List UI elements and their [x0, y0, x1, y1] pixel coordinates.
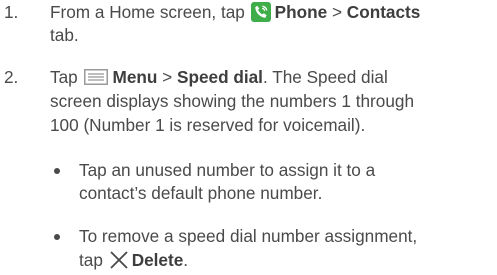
- bullet-2-line-1: To remove a speed dial number assignment…: [79, 226, 418, 246]
- step-2-line-1: Tap Menu > Speed dial. The Speed dial: [50, 66, 388, 89]
- step-2-text: . The Speed dial: [262, 67, 388, 87]
- phone-glyph: [254, 5, 268, 18]
- bullet-2: To remove a speed dial number assignment…: [0, 225, 497, 273]
- bullet-dot: [54, 168, 60, 174]
- contacts-label: Contacts: [346, 2, 421, 22]
- bullet-1-line-2: contact’s default phone number.: [79, 183, 323, 203]
- bullet-dot: [54, 234, 60, 240]
- step-2-line-2: screen displays showing the numbers 1 th…: [50, 91, 415, 111]
- bullet-1-line-1: Tap an unused number to assign it to a: [79, 160, 376, 180]
- bullet-2-tap: tap: [79, 250, 103, 270]
- step-1-line-2: tab.: [50, 25, 79, 45]
- menu-icon: [83, 69, 108, 85]
- menu-label: Menu: [112, 67, 158, 87]
- separator: >: [162, 67, 173, 87]
- delete-label: Delete: [131, 250, 184, 270]
- phone-icon: [250, 2, 271, 22]
- separator: >: [331, 2, 343, 22]
- bullet-2-line-2: tap Delete.: [79, 249, 188, 272]
- speed-dial-label: Speed dial: [176, 67, 263, 87]
- step-1-line-1: From a Home screen, tap Phone > Contacts: [50, 1, 420, 24]
- phone-label: Phone: [274, 2, 328, 22]
- step-2-tap: Tap: [50, 67, 78, 87]
- step-1-number: 1.: [4, 2, 19, 22]
- step-2-number: 2.: [4, 67, 19, 87]
- step-1-text: From a Home screen, tap: [50, 2, 245, 22]
- close-icon: [110, 251, 128, 269]
- step-1: 1. From a Home screen, tap Phone > Conta…: [0, 0, 497, 52]
- period: .: [183, 250, 189, 270]
- step-2: 2. Tap Menu > Speed dial. The Speed dial…: [0, 66, 497, 140]
- step-2-line-3: 100 (Number 1 is reserved for voicemail)…: [50, 115, 366, 135]
- bullet-1: Tap an unused number to assign it to a c…: [0, 159, 497, 207]
